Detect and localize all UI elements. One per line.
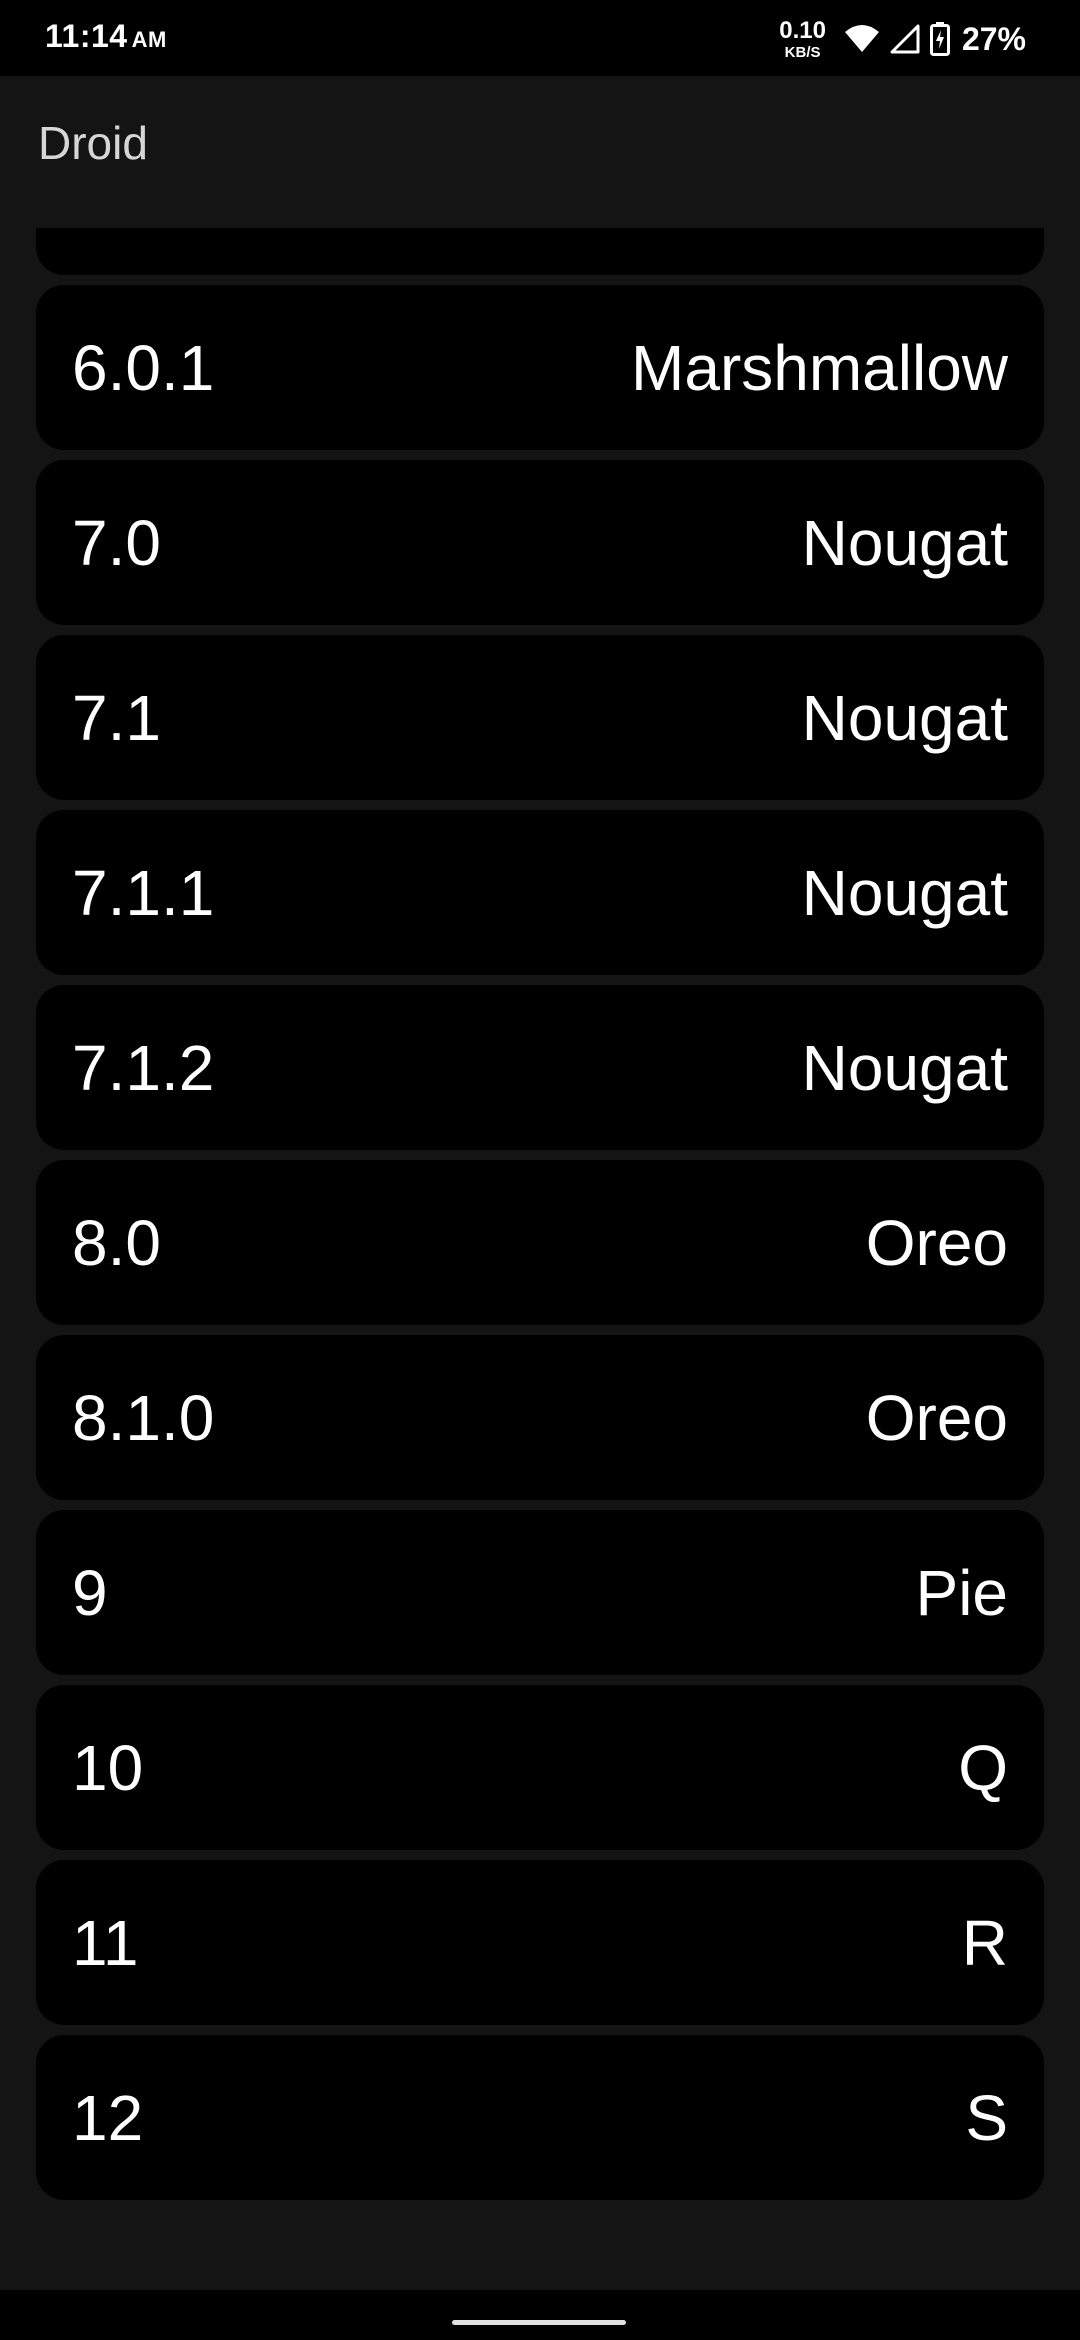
version-codename: Marshmallow xyxy=(631,228,1008,230)
status-time-value: 11:14 xyxy=(45,18,128,54)
battery-percent: 27% xyxy=(961,20,1026,57)
version-list-item[interactable]: 7.0 Nougat xyxy=(36,460,1044,625)
version-number: 6.0 xyxy=(72,228,161,230)
version-list-item[interactable]: 6.0 Marshmallow xyxy=(36,228,1044,275)
version-codename: S xyxy=(965,2081,1008,2154)
app-bar: Droid xyxy=(0,76,1080,228)
version-number: 7.1.2 xyxy=(72,1031,215,1104)
version-list-container[interactable]: 6.0Marshmallow6.0.1Marshmallow7.0Nougat7… xyxy=(0,228,1080,2290)
network-speed: 0.10 KB/S xyxy=(779,16,826,61)
battery-charging-icon xyxy=(929,22,950,56)
cell-signal-icon xyxy=(890,24,920,54)
status-time-ampm: AM xyxy=(131,27,167,52)
version-codename: Pie xyxy=(915,1556,1009,1629)
version-list-item[interactable]: 7.1.1 Nougat xyxy=(36,810,1044,975)
version-list-item[interactable]: 12 S xyxy=(36,2035,1044,2200)
status-bar: 11:14 AM 0.10 KB/S 27% xyxy=(0,0,1080,76)
version-number: 7.1.1 xyxy=(72,856,215,929)
version-codename: Nougat xyxy=(801,681,1008,754)
version-number: 9 xyxy=(72,1556,108,1629)
version-list-item[interactable]: 10 Q xyxy=(36,1685,1044,1850)
version-number: 6.0.1 xyxy=(72,331,215,404)
version-list-item[interactable]: 7.1 Nougat xyxy=(36,635,1044,800)
version-codename: Q xyxy=(958,1731,1008,1804)
version-list-item[interactable]: 8.1.0 Oreo xyxy=(36,1335,1044,1500)
version-list-item[interactable]: 11 R xyxy=(36,1860,1044,2025)
version-number: 7.1 xyxy=(72,681,161,754)
version-number: 7.0 xyxy=(72,506,161,579)
version-list-item[interactable]: 8.0 Oreo xyxy=(36,1160,1044,1325)
version-number: 10 xyxy=(72,1731,144,1804)
version-list-item[interactable]: 6.0.1 Marshmallow xyxy=(36,285,1044,450)
version-number: 8.0 xyxy=(72,1206,161,1279)
version-number: 8.1.0 xyxy=(72,1381,215,1454)
version-number: 12 xyxy=(72,2081,144,2154)
version-codename: Oreo xyxy=(865,1206,1008,1279)
version-number: 11 xyxy=(72,1906,139,1979)
version-codename: R xyxy=(961,1906,1008,1979)
version-codename: Marshmallow xyxy=(631,331,1008,404)
version-list: 6.0Marshmallow6.0.1Marshmallow7.0Nougat7… xyxy=(36,228,1044,2210)
version-codename: Nougat xyxy=(801,856,1008,929)
version-list-item[interactable]: 7.1.2 Nougat xyxy=(36,985,1044,1150)
network-speed-value: 0.10 xyxy=(779,16,826,44)
version-codename: Nougat xyxy=(801,506,1008,579)
status-time: 11:14 AM xyxy=(45,18,167,55)
wifi-icon xyxy=(844,24,880,54)
network-speed-unit: KB/S xyxy=(784,43,821,61)
navigation-bar xyxy=(0,2290,1080,2340)
version-codename: Oreo xyxy=(865,1381,1008,1454)
gesture-handle[interactable] xyxy=(452,2320,626,2325)
version-list-item[interactable]: 9 Pie xyxy=(36,1510,1044,1675)
version-codename: Nougat xyxy=(801,1031,1008,1104)
app-title: Droid xyxy=(38,117,148,169)
status-icons: 0.10 KB/S 27% xyxy=(779,14,1026,64)
